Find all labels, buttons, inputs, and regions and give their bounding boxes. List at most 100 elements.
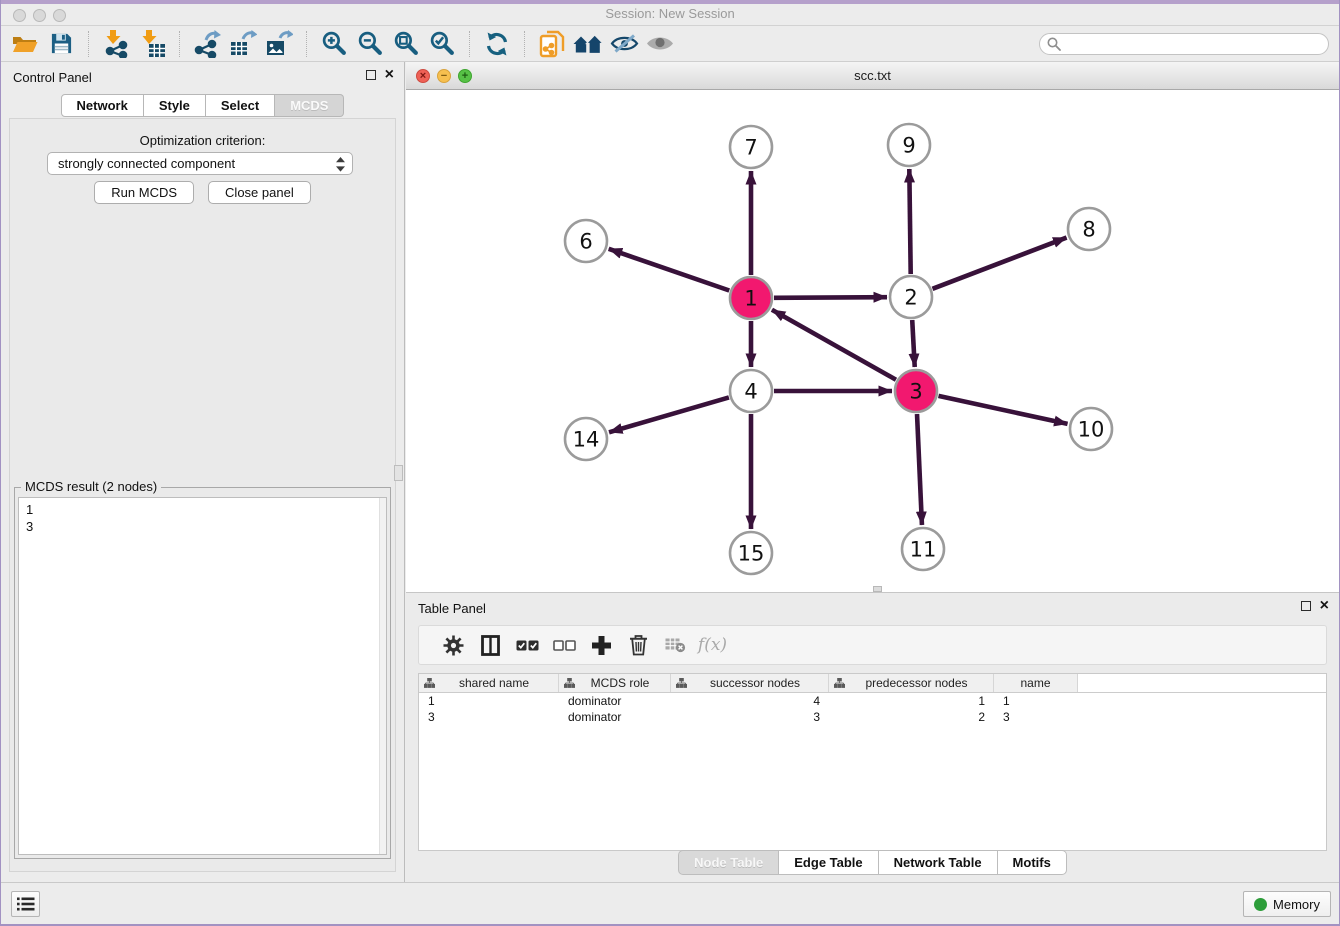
- column-header-shared-name[interactable]: shared name: [419, 674, 559, 692]
- table-cell: 1: [419, 694, 559, 708]
- graph-node-label: 7: [744, 136, 757, 160]
- table-header-row: shared name MCDS rolesuccessor nodesprede…: [419, 674, 1326, 693]
- control-tab-select[interactable]: Select: [206, 94, 275, 117]
- graph-edge-2-8[interactable]: [932, 238, 1066, 289]
- dropdown-stepper-icon: [336, 157, 345, 175]
- float-table-panel-icon[interactable]: [1301, 601, 1311, 611]
- graph-edge-2-3[interactable]: [912, 320, 915, 367]
- close-panel-icon[interactable]: ×: [385, 70, 394, 80]
- graph-node-label: 6: [579, 230, 592, 254]
- control-panel-tabs: NetworkStyleSelectMCDS: [1, 94, 404, 117]
- table-cell: 2: [829, 710, 994, 724]
- graph-node-label: 1: [744, 287, 757, 311]
- save-session-button[interactable]: [43, 29, 79, 59]
- show-graphics-button[interactable]: [642, 29, 678, 59]
- network-canvas[interactable]: 7968124314101511: [406, 90, 1339, 592]
- graph-node-label: 15: [738, 542, 765, 566]
- save-disk-icon: [50, 32, 73, 55]
- deselect-all-columns-button[interactable]: [546, 640, 583, 651]
- table-cell: 3: [994, 710, 1078, 724]
- add-column-button[interactable]: [583, 635, 620, 656]
- hierarchy-icon: [564, 678, 575, 688]
- control-tab-mcds[interactable]: MCDS: [275, 94, 344, 117]
- zoom-out-button[interactable]: [352, 29, 388, 59]
- result-scrollbar[interactable]: [379, 498, 386, 854]
- table-settings-button[interactable]: [435, 635, 472, 656]
- graph-edge-3-11[interactable]: [917, 414, 922, 525]
- hide-graphics-button[interactable]: [606, 29, 642, 59]
- columns-icon: [481, 635, 500, 656]
- session-title: Session: New Session: [1, 6, 1339, 21]
- close-panel-button[interactable]: Close panel: [208, 181, 311, 204]
- mcds-tab-content: Optimization criterion: strongly connect…: [9, 118, 396, 872]
- search-input[interactable]: [1039, 33, 1329, 55]
- column-header-successor-nodes[interactable]: successor nodes: [671, 674, 829, 692]
- graph-edge-3-1[interactable]: [772, 310, 896, 380]
- table-tabs: Node TableEdge TableNetwork TableMotifs: [406, 850, 1339, 875]
- graph-node-label: 2: [904, 286, 917, 310]
- import-network-button[interactable]: [98, 29, 134, 59]
- table-body: 1dominator4113dominator323: [419, 693, 1326, 725]
- table-cell: dominator: [559, 710, 671, 724]
- open-session-button[interactable]: [7, 29, 43, 59]
- main-region: Control Panel × NetworkStyleSelectMCDS O…: [1, 62, 1339, 882]
- toolbar-separator: [179, 31, 180, 57]
- export-network-icon: [193, 30, 221, 58]
- export-image-button[interactable]: [261, 29, 297, 59]
- function-builder-button-disabled[interactable]: f(x): [694, 635, 731, 655]
- import-table-button[interactable]: [134, 29, 170, 59]
- network-window-titlebar[interactable]: × − + scc.txt: [406, 62, 1339, 90]
- optimization-select-value: strongly connected component: [58, 156, 235, 171]
- export-table-button[interactable]: [225, 29, 261, 59]
- table-cell: 1: [829, 694, 994, 708]
- zoom-out-icon: [357, 30, 384, 57]
- zoom-fit-button[interactable]: [388, 29, 424, 59]
- node-table: shared name MCDS rolesuccessor nodesprede…: [418, 673, 1327, 851]
- zoom-in-button[interactable]: [316, 29, 352, 59]
- zoom-fit-icon: [393, 30, 420, 57]
- column-header-MCDS-role[interactable]: MCDS role: [559, 674, 671, 692]
- zoom-selected-icon: [429, 30, 456, 57]
- delete-table-button-disabled[interactable]: [657, 637, 694, 653]
- graph-edge-3-10[interactable]: [938, 396, 1067, 424]
- plus-icon: [591, 635, 612, 656]
- column-browser-button[interactable]: [472, 635, 509, 656]
- hierarchy-icon: [424, 678, 435, 688]
- float-panel-icon[interactable]: [366, 70, 376, 80]
- graph-edge-1-6[interactable]: [609, 249, 730, 291]
- mcds-result-box[interactable]: 13: [18, 497, 387, 855]
- vertical-splitter-handle[interactable]: [394, 465, 403, 481]
- table-tab-network-table[interactable]: Network Table: [879, 850, 998, 875]
- table-tab-edge-table[interactable]: Edge Table: [779, 850, 878, 875]
- table-cell: 1: [994, 694, 1078, 708]
- task-history-button[interactable]: [11, 891, 40, 917]
- table-row[interactable]: 1dominator411: [419, 693, 1326, 709]
- graph-edge-2-9[interactable]: [909, 169, 910, 274]
- run-mcds-button[interactable]: Run MCDS: [94, 181, 194, 204]
- column-header-label: shared name: [435, 676, 553, 690]
- table-row[interactable]: 3dominator323: [419, 709, 1326, 725]
- table-tab-node-table[interactable]: Node Table: [678, 850, 779, 875]
- table-toolbar: f(x): [418, 625, 1327, 665]
- graph-edge-1-2[interactable]: [774, 297, 887, 298]
- delete-column-button[interactable]: [620, 634, 657, 656]
- column-header-predecessor-nodes[interactable]: predecessor nodes: [829, 674, 994, 692]
- close-table-panel-icon[interactable]: ×: [1320, 601, 1329, 611]
- graph-edge-4-14[interactable]: [609, 397, 729, 432]
- export-network-button[interactable]: [189, 29, 225, 59]
- memory-button[interactable]: Memory: [1243, 891, 1331, 917]
- control-tab-network[interactable]: Network: [61, 94, 144, 117]
- zoom-selected-button[interactable]: [424, 29, 460, 59]
- home-view-button[interactable]: [570, 29, 606, 59]
- search-icon: [1047, 37, 1061, 56]
- network-graph[interactable]: 7968124314101511: [406, 90, 1339, 592]
- table-tab-motifs[interactable]: Motifs: [998, 850, 1067, 875]
- duplicate-network-button[interactable]: [534, 29, 570, 59]
- graph-node-label: 11: [910, 538, 937, 562]
- refresh-layout-button[interactable]: [479, 29, 515, 59]
- select-all-columns-button[interactable]: [509, 640, 546, 651]
- gear-icon: [443, 635, 464, 656]
- control-tab-style[interactable]: Style: [144, 94, 206, 117]
- column-header-name[interactable]: name: [994, 674, 1078, 692]
- optimization-select[interactable]: strongly connected component: [47, 152, 353, 175]
